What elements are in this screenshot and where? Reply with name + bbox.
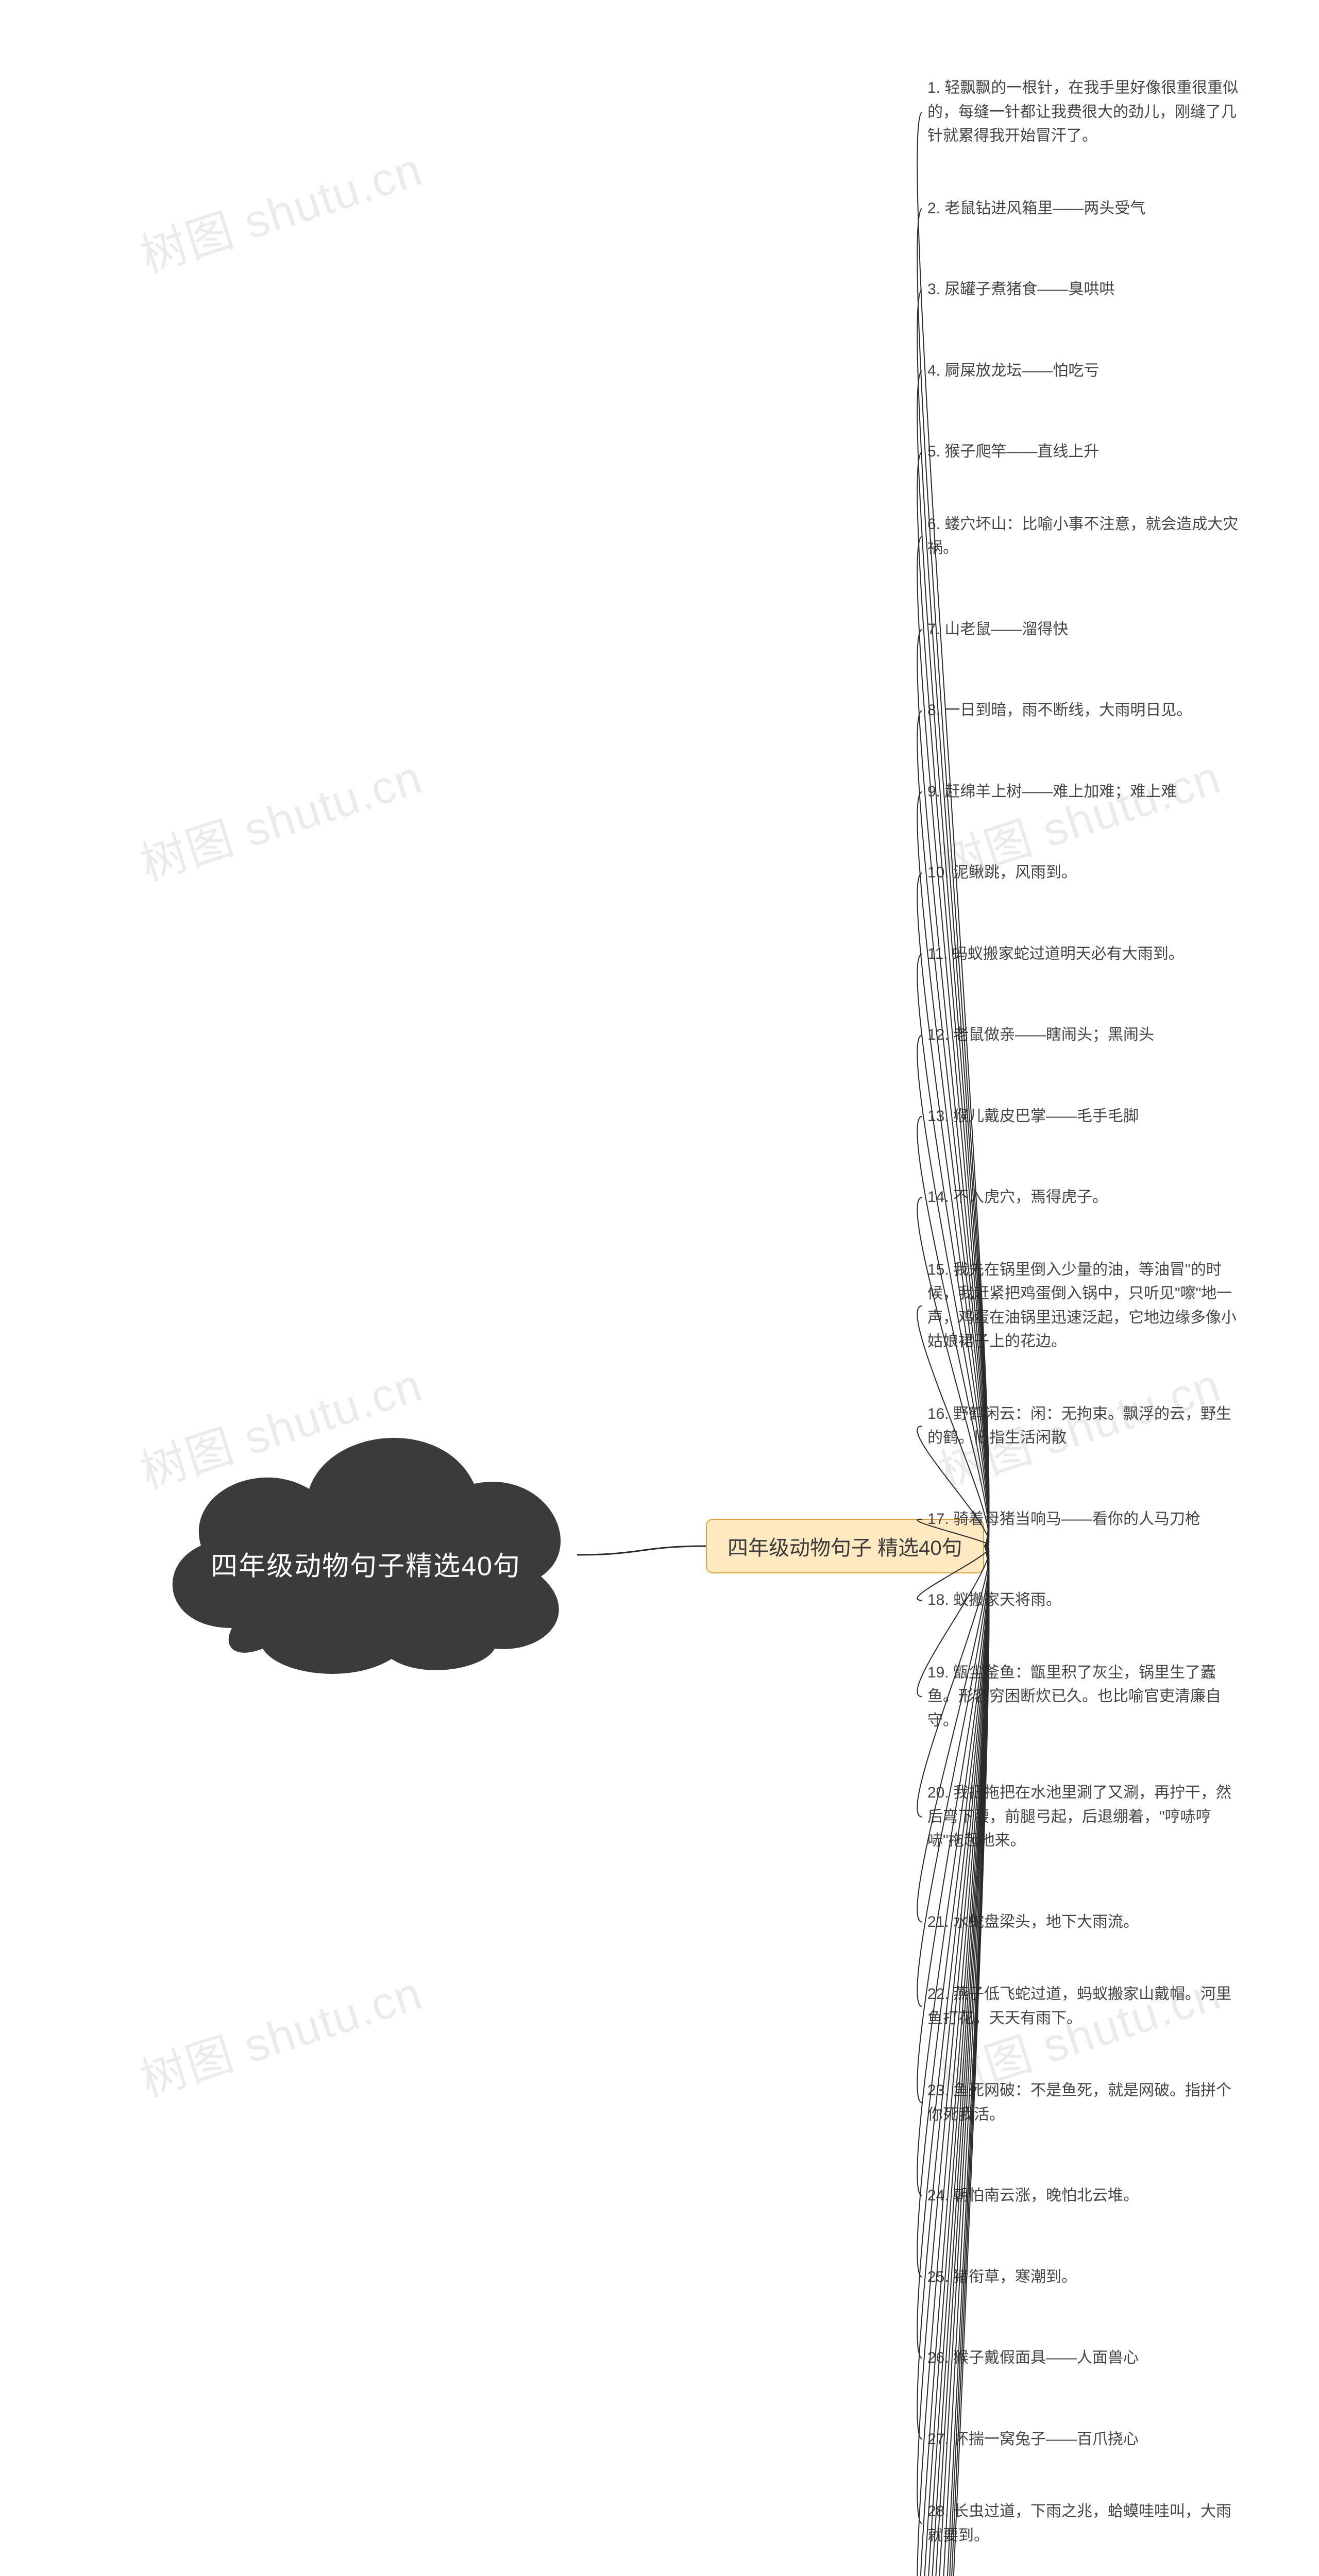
leaf-node: 20. 我把拖把在水池里涮了又涮，再拧干，然后弯下腰，前腿弓起，后退绷着，"哼哧… [927, 1777, 1247, 1857]
leaf-node: 13. 猴儿戴皮巴掌——毛手毛脚 [927, 1100, 1247, 1133]
leaf-node: 7. 山老鼠——溜得快 [927, 614, 1247, 646]
leaf-node: 12. 老鼠做亲——瞎闹头；黑闹头 [927, 1019, 1247, 1052]
leaf-node: 8. 一日到暗，雨不断线，大雨明日见。 [927, 694, 1247, 727]
root-title: 四年级动物句子精选40句 [134, 1544, 598, 1583]
leaf-node: 3. 尿罐子煮猪食——臭哄哄 [927, 274, 1247, 306]
leaf-node: 14. 不入虎穴，焉得虎子。 [927, 1181, 1247, 1214]
leaf-node: 21. 水蛇盘梁头，地下大雨流。 [927, 1906, 1247, 1939]
leaf-node: 6. 蝼穴坏山：比喻小事不注意，就会造成大灾祸。 [927, 509, 1247, 565]
cloud-icon [134, 1396, 598, 1685]
leaf-node: 18. 蚁搬家天将雨。 [927, 1584, 1247, 1617]
leaf-node: 10. 泥鳅跳，风雨到。 [927, 857, 1247, 889]
root-node: 四年级动物句子精选40句 [134, 1396, 598, 1685]
watermark: 树图 shutu.cn [131, 2564, 430, 2576]
leaf-node: 22. 燕子低飞蛇过道，蚂蚁搬家山戴帽。河里鱼打花，天天有雨下。 [927, 1978, 1247, 2035]
leaf-node: 5. 猴子爬竿——直线上升 [927, 436, 1247, 468]
leaf-node: 17. 骑着母猪当响马——看你的人马刀枪 [927, 1503, 1247, 1536]
watermark: 树图 shutu.cn [131, 132, 430, 286]
watermark: 树图 shutu.cn [131, 740, 430, 894]
leaf-column: 1. 轻飘飘的一根针，在我手里好像很重很重似的，每缝一针都让我费很大的劲儿，刚缝… [927, 72, 1247, 2576]
leaf-node: 9. 赶绵羊上树——难上加难；难上难 [927, 776, 1247, 808]
leaf-node: 16. 野鹤闲云：闲：无拘束。飘浮的云，野生的鹤。旧指生活闲散 [927, 1398, 1247, 1454]
leaf-node: 26. 猴子戴假面具——人面兽心 [927, 2342, 1247, 2375]
leaf-node: 1. 轻飘飘的一根针，在我手里好像很重很重似的，每缝一针都让我费很大的劲儿，刚缝… [927, 72, 1247, 152]
leaf-node: 24. 朝怕南云涨，晚怕北云堆。 [927, 2180, 1247, 2212]
leaf-node: 23. 鱼死网破：不是鱼死，就是网破。指拼个你死我活。 [927, 2075, 1247, 2131]
leaf-node: 27. 怀揣一窝兔子——百爪挠心 [927, 2424, 1247, 2456]
leaf-node: 11. 蚂蚁搬家蛇过道明天必有大雨到。 [927, 938, 1247, 971]
watermark: 树图 shutu.cn [131, 1956, 430, 2110]
leaf-node: 25. 猪衔草，寒潮到。 [927, 2261, 1247, 2294]
leaf-node: 19. 甑尘釜鱼：甑里积了灰尘，锅里生了蠹鱼。形容穷困断炊已久。也比喻官吏清廉自… [927, 1657, 1247, 1737]
leaf-node: 15. 我先在锅里倒入少量的油，等油冒"的时候，我赶紧把鸡蛋倒入锅中，只听见"嚓… [927, 1254, 1247, 1358]
leaf-node: 2. 老鼠钻进风箱里——两头受气 [927, 193, 1247, 225]
leaf-node: 4. 屙屎放龙坛——怕吃亏 [927, 355, 1247, 387]
leaf-node: 28. 长虫过道，下雨之兆，蛤蟆哇哇叫，大雨就要到。 [927, 2496, 1247, 2552]
